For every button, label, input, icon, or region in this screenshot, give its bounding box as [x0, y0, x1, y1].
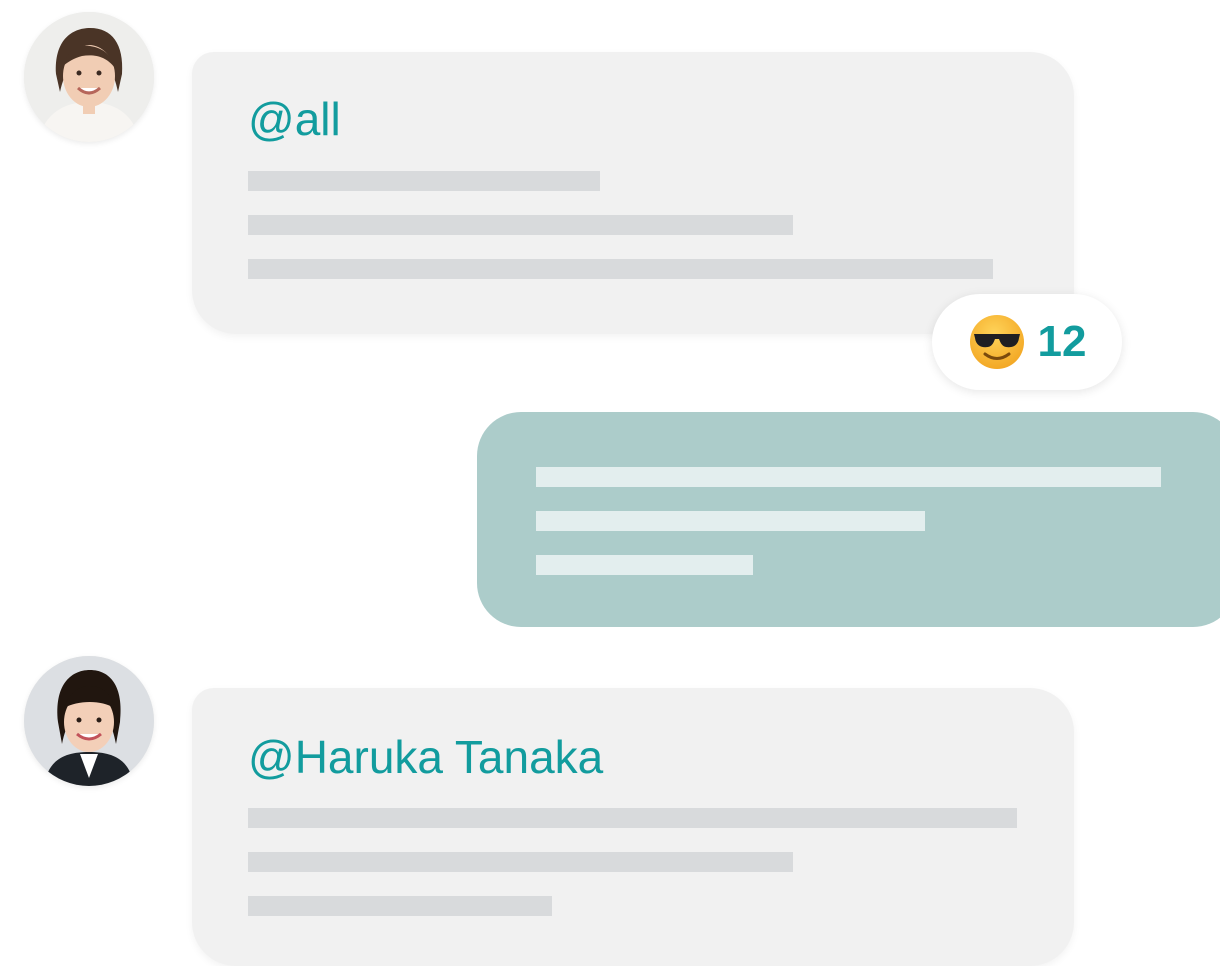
reaction-count: 12 [1037, 317, 1087, 366]
avatar[interactable] [24, 656, 154, 786]
message-text-line [248, 171, 600, 191]
mention-all[interactable]: @all [248, 96, 341, 142]
message-text-line [248, 852, 793, 872]
message-text-line [248, 215, 793, 235]
person-photo-icon [24, 12, 154, 142]
message-text-line [248, 808, 1017, 828]
smiling-face-with-sunglasses-icon [969, 315, 1024, 369]
message-text-line [248, 259, 993, 279]
message-text-line [536, 511, 925, 531]
mention-haruka-tanaka[interactable]: @Haruka Tanaka [248, 734, 603, 780]
message-bubble-all: @all [192, 52, 1074, 334]
person-photo-icon [24, 656, 154, 786]
message-text-line [536, 467, 1161, 487]
message-text-line [536, 555, 753, 575]
outgoing-message-bubble [477, 412, 1220, 627]
avatar[interactable] [24, 12, 154, 142]
message-text-line [248, 896, 552, 916]
reaction-badge[interactable]: 12 [932, 294, 1122, 390]
message-bubble-haruka-tanaka: @Haruka Tanaka [192, 688, 1074, 966]
